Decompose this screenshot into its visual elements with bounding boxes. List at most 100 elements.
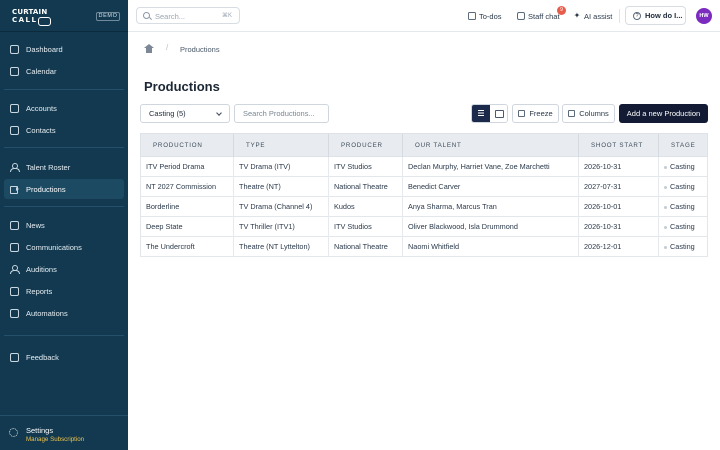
column-header-type[interactable]: TYPE — [233, 134, 328, 158]
topbar-divider — [619, 9, 620, 23]
column-header-our-talent[interactable]: OUR TALENT — [402, 134, 578, 158]
table-row[interactable]: ITV Period Drama TV Drama (ITV) ITV Stud… — [140, 157, 708, 177]
sidebar-item-feedback[interactable]: Feedback — [4, 347, 124, 367]
settings-section[interactable]: Settings Manage Subscription — [0, 415, 128, 450]
page-title: Productions — [144, 79, 220, 94]
sidebar-divider — [4, 89, 124, 90]
columns-button[interactable]: Columns — [562, 104, 615, 123]
top-bar: Search... ⌘K To-dos Staff chat 9 ✦ AI as… — [128, 0, 720, 32]
cell-talent: Benedict Carver — [402, 177, 578, 197]
stage-label: Casting — [670, 222, 695, 231]
cell-stage: Casting — [658, 217, 709, 237]
sidebar-item-label: Communications — [26, 242, 82, 252]
logo-line-1: CURTAIN — [12, 8, 48, 16]
avatar[interactable]: HW — [696, 8, 712, 24]
global-search-input[interactable]: Search... ⌘K — [136, 7, 240, 24]
ai-assist-button[interactable]: ✦ AI assist — [573, 0, 613, 32]
cell-type: TV Drama (ITV) — [233, 157, 328, 177]
cell-production[interactable]: The Undercroft — [141, 237, 233, 257]
sidebar-divider — [4, 335, 124, 336]
breadcrumb-current[interactable]: Productions — [180, 45, 220, 54]
cell-shoot-start: 2026-10-01 — [578, 197, 658, 217]
sidebar: CURTAIN CALL DEMO Dashboard Calendar Acc… — [0, 0, 128, 450]
stage-label: Casting — [670, 162, 695, 171]
cell-production[interactable]: ITV Period Drama — [141, 157, 233, 177]
cell-talent: Anya Sharma, Marcus Tran — [402, 197, 578, 217]
sidebar-item-label: Reports — [26, 286, 53, 296]
communications-icon — [10, 242, 19, 252]
cell-shoot-start: 2026-10-31 — [578, 157, 658, 177]
list-view-icon[interactable] — [472, 105, 490, 122]
sidebar-item-productions[interactable]: Productions — [4, 179, 124, 199]
help-icon: ? — [633, 11, 641, 20]
stage-filter-select[interactable]: Casting (5) — [140, 104, 230, 123]
sidebar-item-calendar[interactable]: Calendar — [4, 61, 124, 81]
columns-label: Columns — [579, 109, 609, 118]
cell-talent: Declan Murphy, Harriet Vane, Zoe Marchet… — [402, 157, 578, 177]
todos-label: To-dos — [479, 11, 502, 21]
sidebar-item-contacts[interactable]: Contacts — [4, 120, 124, 140]
cell-talent: Oliver Blackwood, Isla Drummond — [402, 217, 578, 237]
cell-shoot-start: 2027-07-31 — [578, 177, 658, 197]
curtain-call-logo[interactable]: CURTAIN CALL — [12, 8, 54, 26]
table-row[interactable]: The Undercroft Theatre (NT Lyttelton) Na… — [140, 237, 708, 257]
help-button[interactable]: ? How do I... — [625, 6, 686, 25]
sidebar-item-label: Productions — [26, 184, 66, 194]
stage-label: Casting — [670, 202, 695, 211]
cell-type: Theatre (NT Lyttelton) — [233, 237, 328, 257]
sidebar-item-talent-roster[interactable]: Talent Roster — [4, 157, 124, 177]
table-row[interactable]: Borderline TV Drama (Channel 4) Kudos An… — [140, 197, 708, 217]
cell-stage: Casting — [658, 197, 709, 217]
sidebar-item-communications[interactable]: Communications — [4, 237, 124, 257]
sidebar-item-label: Talent Roster — [26, 162, 71, 172]
cell-production[interactable]: Borderline — [141, 197, 233, 217]
sidebar-item-reports[interactable]: Reports — [4, 281, 124, 301]
stage-dot-icon — [664, 165, 667, 169]
cell-production[interactable]: NT 2027 Commission — [141, 177, 233, 197]
cell-stage: Casting — [658, 237, 709, 257]
sidebar-divider — [4, 206, 124, 207]
manage-subscription-link[interactable]: Manage Subscription — [26, 436, 84, 443]
view-toggle — [471, 104, 508, 123]
freeze-button[interactable]: Freeze — [512, 104, 559, 123]
chat-icon — [517, 12, 525, 20]
sidebar-item-label: Accounts — [26, 103, 57, 113]
column-header-production[interactable]: PRODUCTION — [141, 134, 233, 158]
todos-button[interactable]: To-dos — [468, 0, 502, 32]
sidebar-item-news[interactable]: News — [4, 215, 124, 235]
dashboard-icon — [10, 44, 19, 54]
sidebar-item-accounts[interactable]: Accounts — [4, 98, 124, 118]
cell-producer: National Theatre — [328, 237, 402, 257]
column-header-producer[interactable]: PRODUCER — [328, 134, 402, 158]
table-row[interactable]: NT 2027 Commission Theatre (NT) National… — [140, 177, 708, 197]
staff-chat-button[interactable]: Staff chat — [517, 0, 560, 32]
column-header-stage[interactable]: STAGE — [658, 134, 709, 158]
table-row[interactable]: Deep State TV Thriller (ITV1) ITV Studio… — [140, 217, 708, 237]
stage-dot-icon — [664, 205, 667, 209]
settings-link[interactable]: Settings — [26, 426, 53, 435]
sidebar-item-auditions[interactable]: Auditions — [4, 259, 124, 279]
add-production-button[interactable]: Add a new Production — [619, 104, 708, 123]
cell-producer: ITV Studios — [328, 217, 402, 237]
checkbox-icon — [468, 12, 476, 20]
main-content: / Productions Productions Casting (5) Se… — [128, 32, 720, 450]
home-icon[interactable] — [144, 44, 154, 53]
contacts-icon — [10, 125, 19, 135]
column-header-shoot-start[interactable]: SHOOT START — [578, 134, 658, 158]
card-view-icon[interactable] — [490, 105, 507, 122]
sidebar-item-automations[interactable]: Automations — [4, 303, 124, 323]
stage-filter-value: Casting (5) — [149, 109, 186, 118]
search-placeholder: Search... — [155, 12, 186, 21]
gear-icon — [9, 428, 18, 437]
cell-production[interactable]: Deep State — [141, 217, 233, 237]
automations-icon — [10, 308, 19, 318]
production-search-input[interactable]: Search Productions... — [234, 104, 329, 123]
sidebar-item-dashboard[interactable]: Dashboard — [4, 39, 124, 59]
cell-talent: Naomi Whitfield — [402, 237, 578, 257]
cell-type: Theatre (NT) — [233, 177, 328, 197]
freeze-label: Freeze — [529, 109, 553, 118]
news-icon — [10, 220, 19, 230]
staff-chat-label: Staff chat — [528, 11, 560, 21]
logo-speech-bubble-icon — [38, 17, 51, 26]
auditions-icon — [10, 264, 20, 274]
